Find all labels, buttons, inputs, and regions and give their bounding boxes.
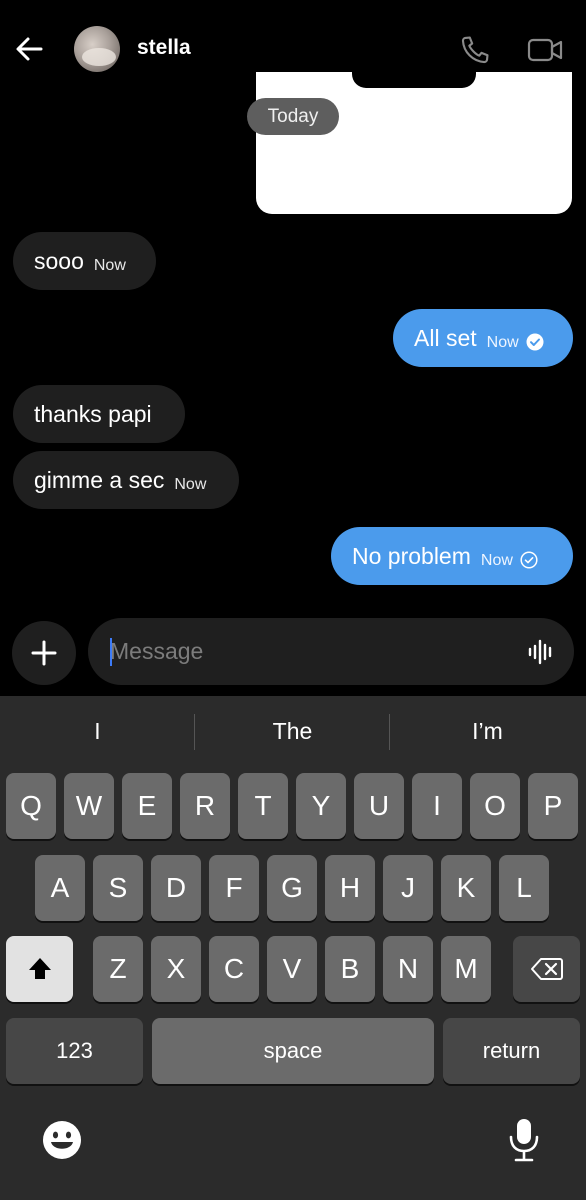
key-s[interactable]: S (93, 855, 143, 921)
message-bubble-incoming[interactable]: thanks papi (13, 385, 185, 443)
message-time: Now (93, 257, 126, 274)
date-separator: Today (247, 98, 339, 135)
key-r[interactable]: R (180, 773, 230, 839)
key-z[interactable]: Z (93, 936, 143, 1002)
voice-message-button[interactable] (526, 637, 556, 667)
space-key[interactable]: space (152, 1018, 434, 1084)
key-y[interactable]: Y (296, 773, 346, 839)
message-time: Now (174, 476, 207, 493)
message-text: No problem (352, 542, 471, 569)
key-p[interactable]: P (528, 773, 578, 839)
message-text: All set (414, 324, 477, 351)
numbers-key[interactable]: 123 (6, 1018, 143, 1084)
message-bubble-outgoing[interactable]: No problem Now (331, 527, 573, 585)
video-call-button[interactable] (526, 35, 564, 65)
message-bubble-outgoing[interactable]: All set Now (393, 309, 573, 367)
video-camera-icon (527, 38, 563, 62)
key-o[interactable]: O (470, 773, 520, 839)
key-k[interactable]: K (441, 855, 491, 921)
contact-name[interactable]: stella (137, 36, 191, 60)
key-f[interactable]: F (209, 855, 259, 921)
key-d[interactable]: D (151, 855, 201, 921)
message-time: Now (486, 334, 519, 351)
read-check-icon (526, 333, 544, 351)
suggestion-bar: I The I’m (0, 696, 586, 766)
message-field[interactable] (88, 618, 574, 685)
key-l[interactable]: L (499, 855, 549, 921)
message-input[interactable] (110, 618, 510, 685)
return-key[interactable]: return (443, 1018, 580, 1084)
message-bubble-incoming[interactable]: gimme a sec Now (13, 451, 239, 509)
backspace-key[interactable] (513, 936, 580, 1002)
shift-key[interactable] (6, 936, 73, 1002)
key-e[interactable]: E (122, 773, 172, 839)
key-c[interactable]: C (209, 936, 259, 1002)
backspace-icon (530, 958, 563, 980)
suggestion-item[interactable]: The (195, 696, 390, 766)
waveform-icon (528, 639, 552, 665)
key-n[interactable]: N (383, 936, 433, 1002)
message-time: Now (480, 552, 513, 569)
key-v[interactable]: V (267, 936, 317, 1002)
message-text: thanks papi (34, 400, 152, 427)
key-b[interactable]: B (325, 936, 375, 1002)
emoji-icon (43, 1121, 81, 1159)
message-bubble-incoming[interactable]: sooo Now (13, 232, 156, 290)
microphone-icon (509, 1119, 539, 1162)
shift-arrow-icon (28, 958, 51, 979)
key-i[interactable]: I (412, 773, 462, 839)
key-h[interactable]: H (325, 855, 375, 921)
key-x[interactable]: X (151, 936, 201, 1002)
message-text: gimme a sec (34, 466, 165, 493)
arrow-left-icon (16, 37, 43, 61)
key-w[interactable]: W (64, 773, 114, 839)
back-button[interactable] (14, 34, 44, 64)
shared-image-message[interactable] (256, 72, 572, 214)
plus-icon (31, 640, 57, 666)
dictation-button[interactable] (502, 1116, 546, 1162)
key-j[interactable]: J (383, 855, 433, 921)
key-g[interactable]: G (267, 855, 317, 921)
suggestion-item[interactable]: I (0, 696, 195, 766)
attach-button[interactable] (12, 621, 76, 685)
emoji-button[interactable] (40, 1118, 84, 1162)
keyboard: I The I’m QWERTYUIOP ASDFGHJKL ZXCVBNM 1… (0, 696, 586, 1200)
image-notch (352, 72, 476, 88)
key-t[interactable]: T (238, 773, 288, 839)
sent-check-icon (520, 551, 538, 569)
text-cursor (110, 638, 112, 666)
phone-icon (461, 36, 489, 64)
key-a[interactable]: A (35, 855, 85, 921)
key-q[interactable]: Q (6, 773, 56, 839)
key-u[interactable]: U (354, 773, 404, 839)
message-text: sooo (34, 247, 84, 274)
suggestion-item[interactable]: I’m (390, 696, 585, 766)
key-m[interactable]: M (441, 936, 491, 1002)
avatar[interactable] (74, 26, 120, 72)
call-button[interactable] (458, 33, 492, 67)
